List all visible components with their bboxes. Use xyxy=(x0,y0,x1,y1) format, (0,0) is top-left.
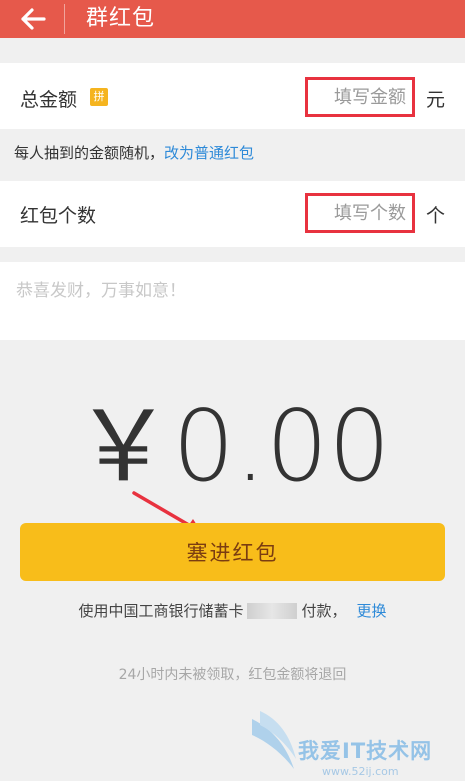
message-input[interactable] xyxy=(14,280,448,302)
watermark-url: www.52ij.com xyxy=(322,765,399,778)
site-watermark: 我爱IT技术网 www.52ij.com xyxy=(248,705,465,781)
change-card-link[interactable]: 更换 xyxy=(357,602,387,620)
amount-row: 总金额 拼 元 xyxy=(0,63,465,129)
count-unit: 个 xyxy=(426,205,446,227)
random-amount-note: 每人抽到的金额随机，改为普通红包 xyxy=(14,142,254,163)
pin-badge: 拼 xyxy=(90,88,108,106)
count-row: 红包个数 个 xyxy=(0,181,465,247)
amount-input[interactable] xyxy=(305,77,415,117)
count-label: 红包个数 xyxy=(20,205,97,227)
submit-red-packet-button[interactable]: 塞进红包 xyxy=(20,523,445,581)
total-amount: ￥0.00 xyxy=(74,390,391,504)
arrow-left-icon[interactable] xyxy=(18,5,48,33)
refund-note: 24小时内未被领取，红包金额将退回 xyxy=(118,667,347,683)
switch-normal-link[interactable]: 改为普通红包 xyxy=(164,144,254,162)
masked-card-number xyxy=(247,603,298,619)
watermark-text: 我爱IT技术网 xyxy=(298,739,433,763)
amount-label: 总金额 xyxy=(20,89,78,111)
amount-unit: 元 xyxy=(426,89,446,111)
payment-prefix: 使用中国工商银行储蓄卡 xyxy=(78,602,244,620)
message-area xyxy=(0,262,465,340)
top-bar: 群红包 xyxy=(0,0,465,38)
payment-info: 使用中国工商银行储蓄卡 付款， 更换 xyxy=(0,600,465,621)
page-title: 群红包 xyxy=(86,6,156,31)
header-divider xyxy=(64,4,65,34)
note-text: 每人抽到的金额随机， xyxy=(14,144,165,162)
count-input[interactable] xyxy=(305,193,415,233)
payment-suffix: 付款， xyxy=(301,602,347,620)
